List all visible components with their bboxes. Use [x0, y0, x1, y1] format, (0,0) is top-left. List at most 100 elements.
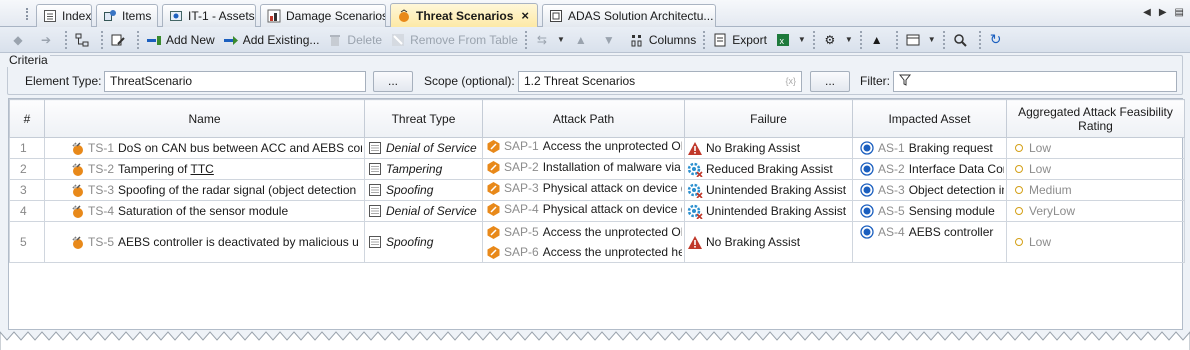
- tab-adas-architecture[interactable]: ADAS Solution Architectu...: [542, 4, 716, 27]
- attack-path-item[interactable]: SAP-4 Physical attack on device (s: [485, 202, 682, 218]
- export-button[interactable]: Export: [708, 29, 771, 51]
- asset-icon: [859, 203, 875, 219]
- tab-grip[interactable]: [26, 8, 29, 20]
- threat-type-cell[interactable]: Denial of Service: [364, 137, 483, 159]
- failure-cell[interactable]: Unintended Braking Assist: [684, 200, 853, 222]
- impacted-asset-cell[interactable]: AS-5 Sensing module: [852, 200, 1007, 222]
- attack-path-cell[interactable]: SAP-2 Installation of malware via: [482, 158, 685, 180]
- filter-label: Filter:: [860, 74, 890, 88]
- feasibility-rating-cell[interactable]: Low: [1006, 137, 1185, 159]
- scroll-left-icon[interactable]: ◀: [1143, 7, 1151, 18]
- threat-type-cell[interactable]: Denial of Service: [364, 200, 483, 222]
- name-cell[interactable]: TS-3 Spoofing of the radar signal (object…: [44, 179, 365, 201]
- column-header-feasibility-rating[interactable]: Aggregated Attack Feasibility Rating: [1006, 99, 1185, 138]
- tab-threat-scenarios[interactable]: Threat Scenarios ×: [390, 3, 538, 27]
- attack-path-cell[interactable]: SAP-3 Physical attack on device (s: [482, 179, 685, 201]
- add-existing-button[interactable]: Add Existing...: [219, 29, 324, 51]
- column-header-failure[interactable]: Failure: [684, 99, 853, 138]
- impacted-asset-cell[interactable]: AS-2 Interface Data Com: [852, 158, 1007, 180]
- chevron-down-icon: ▼: [556, 35, 565, 44]
- name-cell[interactable]: TS-1 DoS on CAN bus between ACC and AEBS …: [44, 137, 365, 159]
- tab-damage-scenarios[interactable]: Damage Scenarios: [260, 4, 386, 27]
- impacted-asset-cell[interactable]: AS-1 Braking request: [852, 137, 1007, 159]
- refresh-button[interactable]: ↻: [984, 29, 1012, 51]
- table-row[interactable]: 4 TS-4 Saturation of the sensor module De…: [9, 200, 1185, 222]
- columns-button[interactable]: Columns: [625, 29, 700, 51]
- threat-type-cell[interactable]: Spoofing: [364, 179, 483, 201]
- attack-path-item[interactable]: SAP-6 Access the unprotected hea: [485, 242, 682, 262]
- collapse-button[interactable]: ▲: [865, 29, 893, 51]
- tab-index[interactable]: Index: [36, 4, 92, 27]
- table-row[interactable]: 2 TS-2 Tampering of TTC Tampering SAP-2 I…: [9, 158, 1185, 180]
- feasibility-rating-cell[interactable]: Low: [1006, 158, 1185, 180]
- delete-label: Delete: [347, 32, 383, 47]
- tab-it1-assets[interactable]: IT-1 - Assets: [162, 4, 256, 27]
- column-header-name[interactable]: Name: [44, 99, 365, 138]
- attack-path-cell[interactable]: SAP-5 Access the unprotected OB SAP-6 Ac…: [482, 221, 685, 263]
- tab-label: ADAS Solution Architectu...: [568, 9, 714, 23]
- feasibility-rating-cell[interactable]: Low: [1006, 221, 1185, 263]
- failure-cell[interactable]: No Braking Assist: [684, 221, 853, 263]
- element-type-browse-button[interactable]: ...: [373, 70, 413, 92]
- scenario-name-link[interactable]: TTC: [191, 162, 214, 176]
- attack-path-cell[interactable]: SAP-4 Physical attack on device (s: [482, 200, 685, 222]
- attack-path-item[interactable]: SAP-5 Access the unprotected OB: [485, 223, 682, 243]
- feasibility-rating-cell[interactable]: VeryLow: [1006, 200, 1185, 222]
- clear-scope-icon[interactable]: {x}: [785, 76, 796, 86]
- filter-field[interactable]: [893, 70, 1177, 92]
- forward-button[interactable]: ➔: [34, 29, 62, 51]
- failure-cell[interactable]: Reduced Braking Assist: [684, 158, 853, 180]
- chevron-down-icon: ▼: [797, 35, 806, 44]
- name-cell[interactable]: TS-5 AEBS controller is deactivated by ma…: [44, 221, 365, 263]
- separator: [703, 30, 706, 49]
- transfer-button[interactable]: ⇆ ▼: [530, 29, 569, 51]
- add-new-button[interactable]: Add New: [142, 29, 219, 51]
- layout-button[interactable]: ▼: [901, 29, 940, 51]
- impacted-asset-cell[interactable]: AS-4 AEBS controller: [852, 221, 1007, 263]
- tab-list-icon[interactable]: ▤: [1175, 7, 1184, 18]
- element-type-field[interactable]: ThreatScenario: [104, 70, 366, 92]
- close-icon[interactable]: ×: [521, 8, 529, 23]
- name-cell[interactable]: TS-2 Tampering of TTC: [44, 158, 365, 180]
- element-type-value: ThreatScenario: [110, 74, 193, 88]
- table-row[interactable]: 1 TS-1 DoS on CAN bus between ACC and AEB…: [9, 137, 1185, 159]
- scope-field[interactable]: 1.2 Threat Scenarios {x}: [518, 70, 802, 92]
- edit-mode-button[interactable]: [106, 29, 134, 51]
- attack-path-item[interactable]: SAP-3 Physical attack on device (s: [485, 181, 682, 197]
- hierarchy-button[interactable]: [70, 29, 98, 51]
- table-row[interactable]: 5 TS-5 AEBS controller is deactivated by …: [9, 221, 1185, 263]
- column-header-threat-type[interactable]: Threat Type: [364, 99, 483, 138]
- attack-path-item[interactable]: SAP-1 Access the unprotected OB: [485, 139, 682, 155]
- threat-type-icon: [367, 161, 383, 177]
- remove-from-table-button[interactable]: Remove From Table: [386, 29, 522, 51]
- attack-path-item[interactable]: SAP-2 Installation of malware via: [485, 160, 682, 176]
- asset-id: AS-2: [878, 162, 905, 176]
- name-cell[interactable]: TS-4 Saturation of the sensor module: [44, 200, 365, 222]
- failure-cell[interactable]: No Braking Assist: [684, 137, 853, 159]
- scenario-id: TS-5: [88, 235, 115, 249]
- move-down-button[interactable]: ▼: [597, 29, 625, 51]
- threat-type-cell[interactable]: Spoofing: [364, 221, 483, 263]
- column-header-impacted-asset[interactable]: Impacted Asset: [852, 99, 1007, 138]
- collapse-icon: ▲: [870, 32, 883, 47]
- filter-icon[interactable]: [898, 74, 913, 89]
- table-row[interactable]: 3 TS-3 Spoofing of the radar signal (obje…: [9, 179, 1185, 201]
- column-header-attack-path[interactable]: Attack Path: [482, 99, 685, 138]
- options-button[interactable]: ⚙ ▼: [818, 29, 857, 51]
- back-button[interactable]: ◆: [6, 29, 34, 51]
- impacted-asset-cell[interactable]: AS-3 Object detection in: [852, 179, 1007, 201]
- column-header-number[interactable]: #: [9, 99, 45, 138]
- feasibility-rating-cell[interactable]: Medium: [1006, 179, 1185, 201]
- scroll-right-icon[interactable]: ▶: [1159, 7, 1167, 18]
- scope-browse-button[interactable]: ...: [810, 70, 850, 92]
- warning-icon: [687, 140, 703, 156]
- failure-cell[interactable]: Unintended Braking Assist: [684, 179, 853, 201]
- delete-button[interactable]: Delete: [323, 29, 386, 51]
- add-existing-icon: [223, 32, 239, 48]
- attack-path-cell[interactable]: SAP-1 Access the unprotected OB: [482, 137, 685, 159]
- excel-button[interactable]: x ▼: [771, 29, 810, 51]
- search-button[interactable]: [948, 29, 976, 51]
- move-up-button[interactable]: ▲: [569, 29, 597, 51]
- threat-type-cell[interactable]: Tampering: [364, 158, 483, 180]
- tab-items[interactable]: Items: [96, 4, 158, 27]
